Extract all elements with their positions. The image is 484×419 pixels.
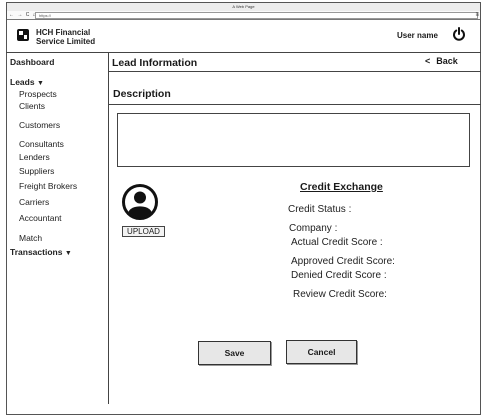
sidebar-item-transactions[interactable]: Transactions ▼ <box>10 247 72 257</box>
chevron-left-icon: < <box>425 56 431 66</box>
cancel-button[interactable]: Cancel <box>286 340 357 364</box>
sidebar-item-leads-label: Leads <box>10 77 35 87</box>
sidebar-item-freight-brokers[interactable]: Freight Brokers <box>19 181 77 191</box>
user-name-label[interactable]: User name <box>397 31 438 40</box>
sidebar-item-lenders[interactable]: Lenders <box>19 152 50 162</box>
sidebar-item-customers[interactable]: Customers <box>19 120 60 130</box>
power-icon[interactable] <box>452 27 466 41</box>
sidebar-item-clients[interactable]: Clients <box>19 101 45 111</box>
back-button-label: Back <box>436 56 458 66</box>
page-title: Lead Information <box>112 57 198 69</box>
credit-exchange-title: Credit Exchange <box>300 181 383 193</box>
sidebar-item-leads[interactable]: Leads ▼ <box>10 77 44 87</box>
company-name-line2: Service Limited <box>36 37 96 46</box>
browser-toolbar: ← → C ⌂ https:// ≡ <box>7 11 480 20</box>
denied-credit-score-label: Denied Credit Score : <box>291 270 387 281</box>
sidebar-item-carriers[interactable]: Carriers <box>19 197 49 207</box>
company-label: Company : <box>289 223 338 234</box>
sidebar-divider <box>108 53 109 404</box>
approved-credit-score-label: Approved Credit Score: <box>291 256 395 267</box>
sidebar-item-transactions-label: Transactions <box>10 247 63 257</box>
sidebar-item-consultants[interactable]: Consultants <box>19 139 64 149</box>
window-title: A Web Page <box>232 4 255 9</box>
sidebar-item-accountant[interactable]: Accountant <box>19 213 62 223</box>
actual-credit-score-label: Actual Credit Score : <box>291 237 383 248</box>
save-button[interactable]: Save <box>198 341 271 365</box>
upload-button[interactable]: UPLOAD <box>122 226 165 237</box>
description-heading: Description <box>113 88 171 100</box>
sidebar-item-prospects[interactable]: Prospects <box>19 89 57 99</box>
back-button[interactable]: < Back <box>425 56 458 66</box>
user-avatar-icon <box>122 184 158 220</box>
company-name: HCH Financial Service Limited <box>36 28 95 46</box>
sidebar-item-match[interactable]: Match <box>19 233 42 243</box>
chevron-down-icon: ▼ <box>36 80 44 87</box>
title-divider <box>109 71 481 72</box>
description-field[interactable] <box>117 113 470 167</box>
sidebar-item-dashboard[interactable]: Dashboard <box>10 57 54 67</box>
company-logo-icon <box>17 29 29 41</box>
company-name-line1: HCH Financial <box>36 28 91 37</box>
description-divider <box>109 104 481 105</box>
browser-menu-icon[interactable]: ≡ <box>475 11 479 19</box>
review-credit-score-label: Review Credit Score: <box>293 289 387 300</box>
address-bar[interactable]: https:// <box>35 12 478 19</box>
sidebar-item-suppliers[interactable]: Suppliers <box>19 166 54 176</box>
browser-nav-buttons[interactable]: ← → C ⌂ <box>9 11 37 19</box>
credit-status-label: Credit Status : <box>288 204 352 215</box>
chevron-down-icon: ▼ <box>64 250 72 257</box>
header-divider <box>6 52 481 53</box>
